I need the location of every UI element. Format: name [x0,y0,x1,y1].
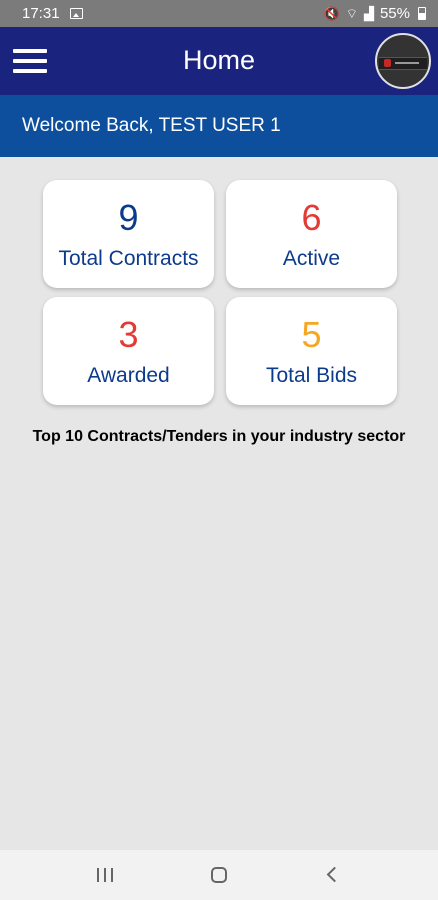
status-time: 17:31 [22,5,60,22]
active-card[interactable]: 6 Active [226,180,397,288]
total-bids-count: 5 [301,314,322,355]
app-bar: Home [0,27,438,95]
back-icon[interactable] [326,866,343,883]
top-contracts-heading: Top 10 Contracts/Tenders in your industr… [32,428,406,445]
battery-percent: 55% [379,5,410,22]
status-icons: 🔇 ⌔ ▟ 55% [324,5,426,22]
active-label: Active [282,247,341,270]
page-title: Home [182,45,256,75]
welcome-banner: Welcome Back, TEST USER 1 [0,95,438,157]
total-contracts-card[interactable]: 9 Total Contracts [43,180,214,288]
awarded-label: Awarded [87,364,170,387]
status-bar: 17:31 🔇 ⌔ ▟ 55% [0,0,438,27]
mute-icon: 🔇 [323,5,340,21]
battery-icon [418,7,426,20]
total-bids-card[interactable]: 5 Total Bids [226,297,397,405]
gallery-notification-icon [70,8,83,19]
wifi-icon: ⌔ [345,5,358,21]
awarded-count: 3 [118,314,139,355]
profile-avatar[interactable] [375,33,431,89]
awarded-card[interactable]: 3 Awarded [43,297,214,405]
total-bids-label: Total Bids [265,364,358,387]
signal-icon: ▟ [363,5,374,21]
home-icon[interactable] [211,867,227,883]
system-navigation-bar [0,850,438,900]
welcome-text: Welcome Back, TEST USER 1 [22,115,281,136]
recent-apps-icon[interactable] [96,868,114,882]
total-contracts-label: Total Contracts [58,247,199,270]
active-count: 6 [301,197,322,238]
total-contracts-count: 9 [118,197,139,238]
